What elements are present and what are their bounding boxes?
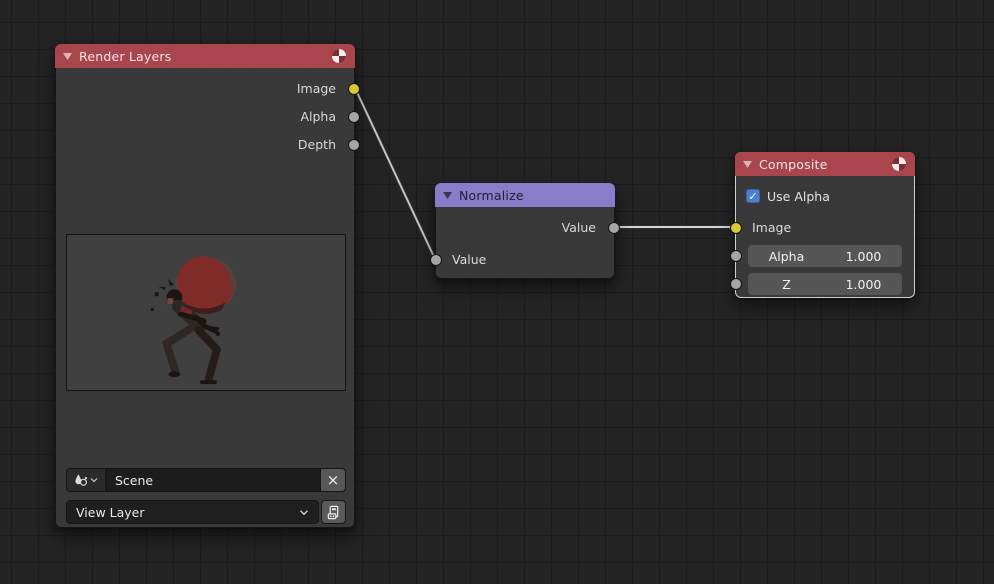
- composite-header[interactable]: Composite: [735, 152, 915, 176]
- input-socket-alpha[interactable]: [730, 250, 742, 262]
- scene-unlink-button[interactable]: ×: [320, 468, 346, 492]
- node-title: Render Layers: [79, 49, 171, 64]
- node-composite[interactable]: Composite ✓ Use Alpha Image Alpha 1.000 …: [735, 152, 915, 298]
- render-single-layer-button[interactable]: [321, 500, 346, 524]
- output-socket-value[interactable]: [608, 222, 620, 234]
- socket-label: Image: [752, 220, 791, 235]
- collapse-triangle-icon[interactable]: [63, 53, 72, 60]
- input-row-image: Image: [736, 214, 872, 242]
- socket-label: Alpha: [300, 109, 336, 124]
- socket-label: Depth: [298, 137, 336, 152]
- scene-browse-button[interactable]: [66, 468, 105, 492]
- alpha-value-slider[interactable]: Alpha 1.000: [748, 245, 902, 267]
- output-row-image: Image: [196, 75, 354, 103]
- node-normalize[interactable]: Normalize Value Value: [435, 183, 615, 279]
- material-sphere-icon: [891, 156, 907, 172]
- slider-value: 1.000: [825, 249, 902, 264]
- slider-value: 1.000: [825, 277, 902, 292]
- socket-label: Image: [297, 81, 336, 96]
- use-alpha-checkbox[interactable]: ✓: [746, 189, 760, 203]
- scene-name: Scene: [115, 473, 153, 488]
- normalize-header[interactable]: Normalize: [435, 183, 615, 207]
- material-sphere-icon: [331, 48, 347, 64]
- link-image-to-normalize: [355, 88, 435, 259]
- input-socket-z[interactable]: [730, 278, 742, 290]
- scene-name-field[interactable]: Scene: [105, 468, 320, 492]
- close-icon: ×: [327, 471, 340, 489]
- output-socket-image[interactable]: [348, 83, 360, 95]
- scene-icon: [74, 473, 88, 487]
- chevron-down-icon: [90, 477, 98, 483]
- view-layer-dropdown[interactable]: View Layer: [66, 500, 319, 524]
- use-alpha-label: Use Alpha: [767, 189, 830, 204]
- z-value-slider[interactable]: Z 1.000: [748, 273, 902, 295]
- render-layers-header[interactable]: Render Layers: [55, 44, 355, 68]
- view-layer-selector: View Layer: [66, 500, 346, 524]
- collapse-triangle-icon[interactable]: [743, 161, 752, 168]
- socket-label: Value: [452, 252, 486, 267]
- collapse-triangle-icon[interactable]: [443, 192, 452, 199]
- slider-label: Alpha: [748, 249, 825, 264]
- render-preview-image: [66, 234, 346, 391]
- output-row-value: Value: [476, 214, 614, 242]
- output-row-depth: Depth: [196, 131, 354, 159]
- use-alpha-row: ✓ Use Alpha: [746, 184, 830, 208]
- view-layer-value: View Layer: [76, 505, 145, 520]
- chevron-down-icon: [299, 509, 309, 516]
- node-title: Normalize: [459, 188, 524, 203]
- output-socket-depth[interactable]: [348, 139, 360, 151]
- socket-label: Value: [562, 220, 596, 235]
- node-editor-canvas[interactable]: Render Layers Image Alpha Depth: [0, 0, 994, 584]
- output-socket-alpha[interactable]: [348, 111, 360, 123]
- preview-character-figure: [67, 235, 345, 390]
- scene-selector: Scene ×: [66, 468, 346, 492]
- node-title: Composite: [759, 157, 828, 172]
- input-socket-image[interactable]: [730, 222, 742, 234]
- input-row-value: Value: [436, 246, 572, 274]
- node-render-layers[interactable]: Render Layers Image Alpha Depth: [55, 44, 355, 528]
- input-socket-value[interactable]: [430, 254, 442, 266]
- render-layer-icon: [326, 505, 341, 520]
- slider-label: Z: [748, 277, 825, 292]
- output-row-alpha: Alpha: [196, 103, 354, 131]
- check-icon: ✓: [748, 191, 757, 202]
